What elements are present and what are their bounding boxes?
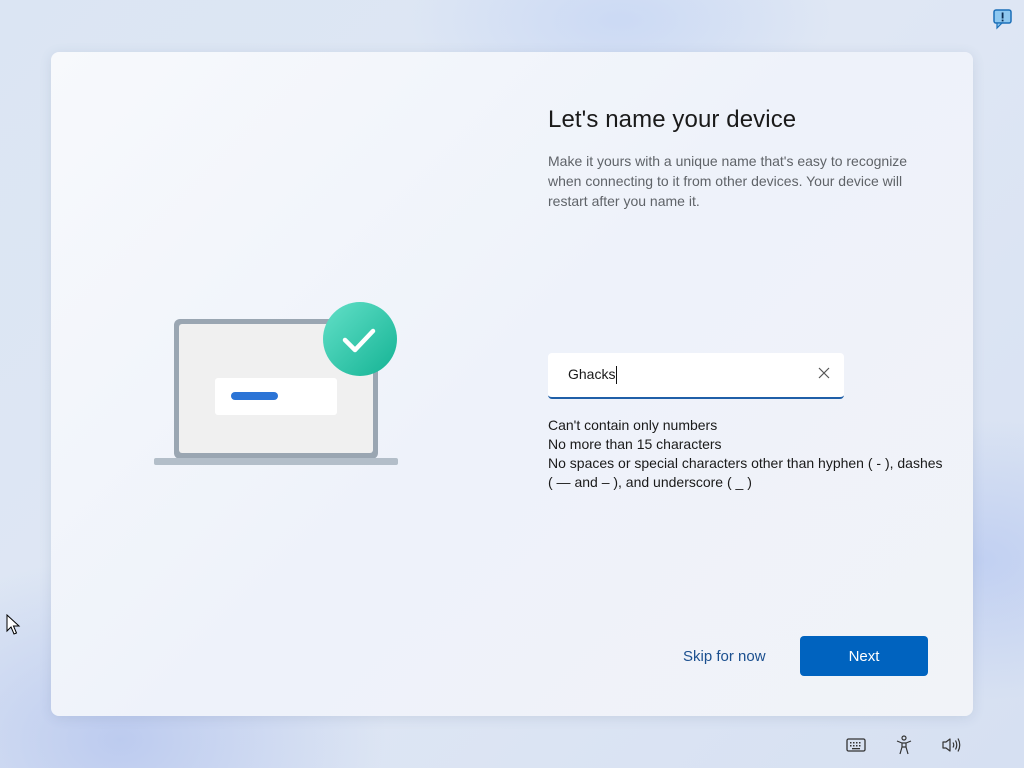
- laptop-illustration: [151, 290, 401, 470]
- close-icon: [818, 366, 830, 384]
- page-title: Let's name your device: [548, 106, 797, 133]
- accessibility-icon[interactable]: [892, 734, 916, 756]
- naming-rules: Can't contain only numbers No more than …: [548, 416, 948, 492]
- rule-item: Can't contain only numbers: [548, 417, 718, 433]
- rule-item: No spaces or special characters other th…: [548, 455, 943, 490]
- clear-input-button[interactable]: [812, 363, 836, 387]
- page-description: Make it yours with a unique name that's …: [548, 153, 908, 209]
- next-button[interactable]: Next: [800, 636, 928, 676]
- rule-item: No more than 15 characters: [548, 436, 722, 452]
- text-caret: [616, 366, 618, 385]
- feedback-icon[interactable]: [992, 8, 1014, 30]
- volume-icon[interactable]: [940, 734, 964, 756]
- device-name-value[interactable]: Ghacks: [568, 366, 618, 385]
- mouse-cursor-icon: [6, 613, 22, 636]
- skip-for-now-link[interactable]: Skip for now: [683, 648, 766, 665]
- keyboard-icon[interactable]: [844, 734, 868, 756]
- device-name-input[interactable]: Ghacks: [548, 353, 844, 399]
- setup-card: Let's name your device Make it yours wit…: [51, 52, 973, 716]
